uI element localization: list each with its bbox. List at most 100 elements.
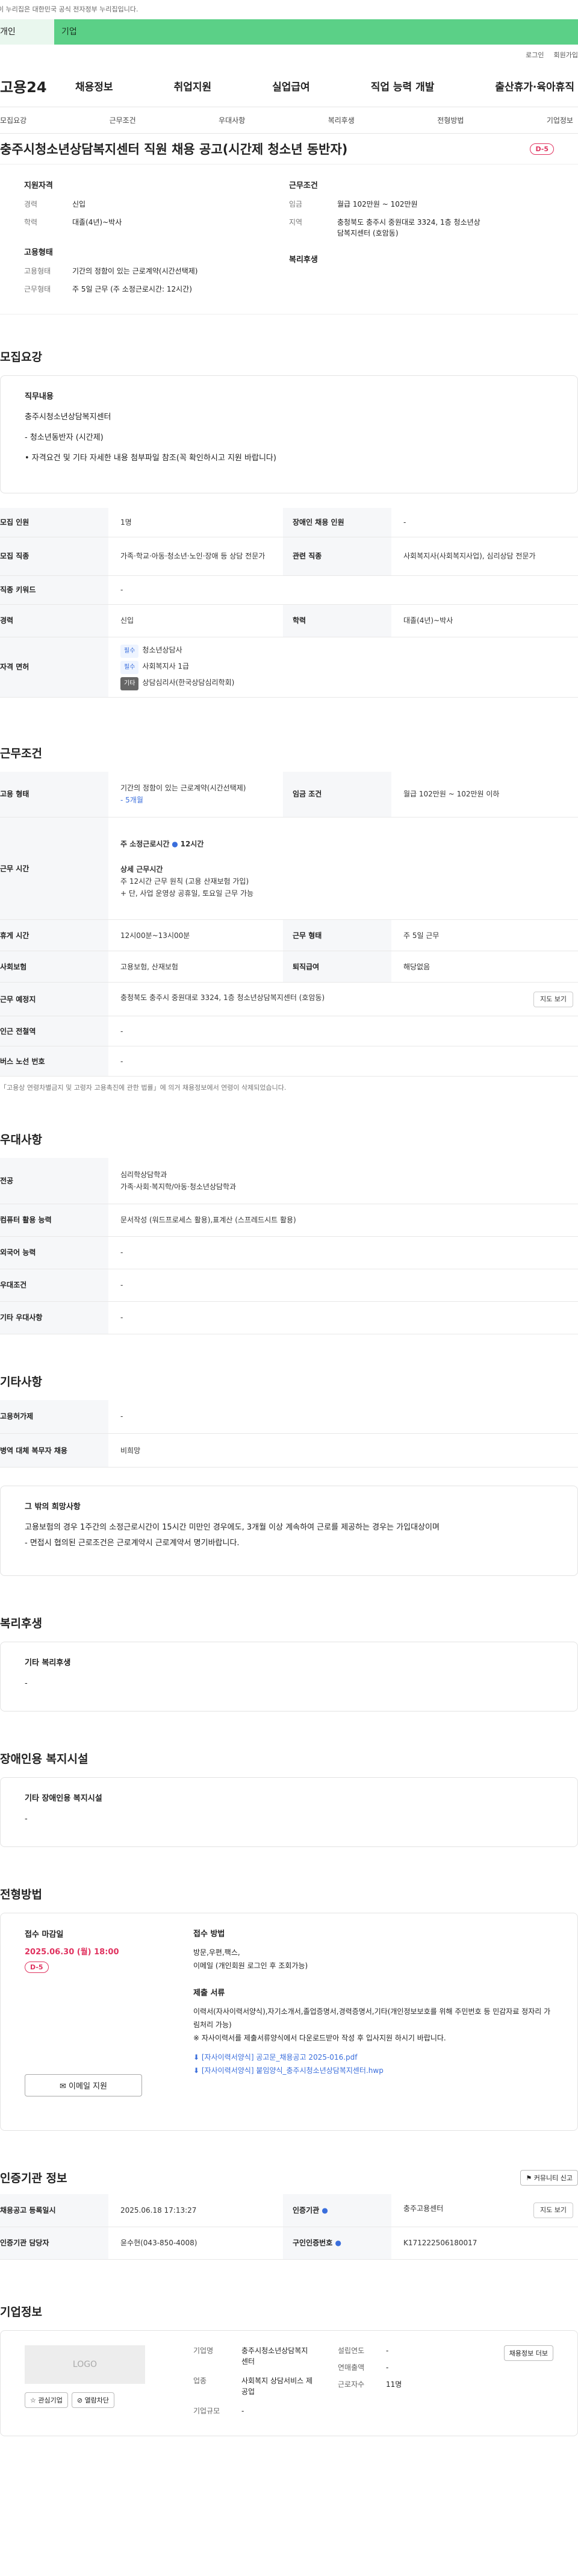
weekly-hours-label: 주 소정근로시간 xyxy=(120,839,170,848)
value: K171222506180017 xyxy=(391,2227,578,2260)
job-summary: 지원자격 경력 신입 학력 대졸(4년)~박사 고용형태 고용형태 기간의 정함이 있… xyxy=(0,164,578,314)
email-apply-button[interactable]: ✉ 이메일 지원 xyxy=(25,2074,142,2096)
map-button[interactable]: 지도 보기 xyxy=(533,991,573,1007)
value: 충청북도 충주시 중원대로 3324, 1층 청소년상담복지센터 (호암동) 지도… xyxy=(108,982,578,1016)
major-line: 가족·사회·복지학/아동·청소년상담학과 xyxy=(120,1182,237,1191)
label: 고용 형태 xyxy=(0,771,108,818)
label: 채용공고 등록일시 xyxy=(0,2194,108,2227)
label: 직종 키워드 xyxy=(0,575,108,605)
tab-company[interactable]: 기업 xyxy=(54,19,578,45)
value: - xyxy=(108,1016,578,1046)
detail-time-line: + 단, 사업 운영상 공휴일, 토요일 근무 가능 xyxy=(120,889,254,898)
info-icon[interactable]: ● xyxy=(335,2239,341,2247)
dday-badge: D-5 xyxy=(25,1962,49,1973)
value: 신입 xyxy=(108,604,283,637)
signup-link[interactable]: 회원가입 xyxy=(554,50,578,60)
label: 근무 시간 xyxy=(0,817,108,920)
value: 대졸(4년)~박사 xyxy=(72,218,122,227)
download-icon: ⬇ xyxy=(193,2066,202,2075)
label: 업종 xyxy=(193,2376,207,2385)
subnav-work[interactable]: 근무조건 xyxy=(110,115,136,125)
value: - xyxy=(108,1236,578,1269)
docs-line: 이력서(자사이력서양식),자기소개서,졸업증명서,경력증명서,기타(개인정보보호… xyxy=(193,2007,551,2029)
map-button[interactable]: 지도 보기 xyxy=(533,2202,573,2218)
info-icon[interactable]: ● xyxy=(172,840,178,848)
major-line: 심리학상담학과 xyxy=(120,1170,167,1179)
label: 자격 면허 xyxy=(0,637,108,698)
label: 구인인증번호 ● xyxy=(283,2227,391,2260)
gov-notice: 이 누리집은 대한민국 공식 전자정부 누리집입니다. xyxy=(0,0,578,19)
pref-table: 전공 심리학상담학과 가족·사회·복지학/아동·청소년상담학과 컴퓨터 활용 능력 문… xyxy=(0,1158,578,1334)
label: 근무형태 xyxy=(24,285,51,293)
block-icon: ⊘ xyxy=(76,2396,85,2404)
gnb-item-employment[interactable]: 취업지원 xyxy=(174,78,212,93)
value: - xyxy=(386,2363,389,2372)
method-line: 방문,우편,팩스, xyxy=(193,1948,240,1957)
global-nav: 고용24 채용정보 취업지원 실업급여 직업 능력 개발 출산휴가·육아휴직 xyxy=(0,65,578,107)
value: 비희망 xyxy=(108,1433,578,1468)
disabled-heading: 장애인용 복지시설 xyxy=(0,1752,89,1766)
subnav-company[interactable]: 기업정보 xyxy=(547,115,573,125)
value: 사회복지사(사회복지사업), 심리상담 전문가 xyxy=(391,537,578,576)
welfare-value: - xyxy=(25,1679,28,1688)
login-link[interactable]: 로그인 xyxy=(526,50,544,60)
email-apply-label: 이메일 지원 xyxy=(69,2082,107,2091)
subnav-pref[interactable]: 우대사항 xyxy=(219,115,245,125)
gnb-item-jobs[interactable]: 채용정보 xyxy=(75,78,113,93)
block-button[interactable]: ⊘ 열람차단 xyxy=(71,2392,115,2408)
value: 11명 xyxy=(386,2380,402,2389)
company-detail-button[interactable]: 채용정보 더보 xyxy=(503,2345,553,2361)
disabled-box-title: 기타 장애인용 복지시설 xyxy=(25,1794,102,1803)
site-logo[interactable]: 고용24 xyxy=(0,75,75,96)
required-chip: 필수 xyxy=(120,660,139,674)
gnb-item-training[interactable]: 직업 능력 개발 xyxy=(371,78,435,93)
file-link[interactable]: ⬇ [자사이력서양식] 공고문_채용공고 2025-016.pdf xyxy=(193,2051,553,2064)
company-box: LOGO ☆ 관심기업 ⊘ 열람차단 기업명 충주시청소년상담복지센터 업종 사회복… xyxy=(0,2330,578,2436)
label: 기업규모 xyxy=(193,2406,220,2415)
applicant-heading: 지원자격 xyxy=(24,181,53,190)
label: 컴퓨터 활용 능력 xyxy=(0,1204,108,1237)
gnb-item-leave[interactable]: 출산휴가·육아휴직 xyxy=(495,78,574,93)
cond-heading: 근무조건 xyxy=(289,181,318,190)
value: 대졸(4년)~박사 xyxy=(391,604,578,637)
license-name: 사회복지사 1급 xyxy=(142,661,190,671)
value: - xyxy=(108,575,578,605)
disabled-box: 기타 장애인용 복지시설 - xyxy=(0,1777,578,1847)
value: 기간의 정함이 있는 근로계약(시간선택제) - 5개월 xyxy=(108,771,283,818)
welfare-section-heading: 복리후생 xyxy=(0,1617,42,1630)
work-time-value: 주 소정근로시간 ● 12시간 상세 근무시간 주 12시간 근무 원칙 (고용… xyxy=(108,817,578,920)
tab-personal[interactable]: 개인 xyxy=(0,19,54,45)
label: 임금 xyxy=(289,200,303,208)
value: 고용보험, 산재보험 xyxy=(108,951,283,983)
gnb-item-unemployment[interactable]: 실업급여 xyxy=(272,78,310,93)
method-title: 접수 방법 xyxy=(193,1930,225,1939)
cert-heading: 인증기관 정보 xyxy=(0,2172,67,2185)
value: - xyxy=(241,2406,244,2415)
job-desc-line: • 자격요건 및 기타 자세한 내용 첨부파일 참조(꼭 확인하시고 지원 바랍… xyxy=(25,454,276,463)
subnav-welfare[interactable]: 복리후생 xyxy=(328,115,355,125)
label: 연매출액 xyxy=(338,2363,365,2372)
favorite-button[interactable]: ☆ 관심기업 xyxy=(25,2392,68,2408)
label: 휴게 시간 xyxy=(0,919,108,951)
subnav-recruit[interactable]: 모집요강 xyxy=(0,115,26,125)
section-nav: 모집요강 근무조건 우대사항 복리후생 전형방법 기업정보 xyxy=(0,107,578,134)
value: 기간의 정함이 있는 근로계약(시간선택제) xyxy=(72,267,198,275)
file-link[interactable]: ⬇ [자사이력서양식] 붙임양식_충주시청소년상담복지센터.hwp xyxy=(193,2064,553,2077)
info-icon[interactable]: ● xyxy=(322,2206,328,2215)
utility-bar: 로그인 회원가입 xyxy=(0,45,578,65)
label: 경력 xyxy=(0,604,108,637)
period-link[interactable]: - 5개월 xyxy=(120,794,283,806)
label: 기업명 xyxy=(193,2346,214,2355)
value: 12시00분~13시00분 xyxy=(108,919,283,951)
deadline-value: 2025.06.30 (월) 18:00 xyxy=(25,1948,119,1957)
docs-title: 제출 서류 xyxy=(193,1989,225,1998)
label: 장애인 채용 인원 xyxy=(283,508,391,537)
label: 모집 직종 xyxy=(0,537,108,576)
report-button[interactable]: ⚑ 커뮤니티 신고 xyxy=(520,2169,578,2186)
subnav-apply[interactable]: 전형방법 xyxy=(437,115,464,125)
required-chip: 필수 xyxy=(120,644,139,658)
job-title-row: 충주시청소년상담복지센터 직원 채용 공고(시간제 청소년 동반자) D-5 xyxy=(0,134,578,164)
method-line: 이메일 (개인회원 로그인 후 조회가능) xyxy=(193,1962,308,1970)
label: 근로자수 xyxy=(338,2380,365,2389)
value: - xyxy=(108,1269,578,1302)
